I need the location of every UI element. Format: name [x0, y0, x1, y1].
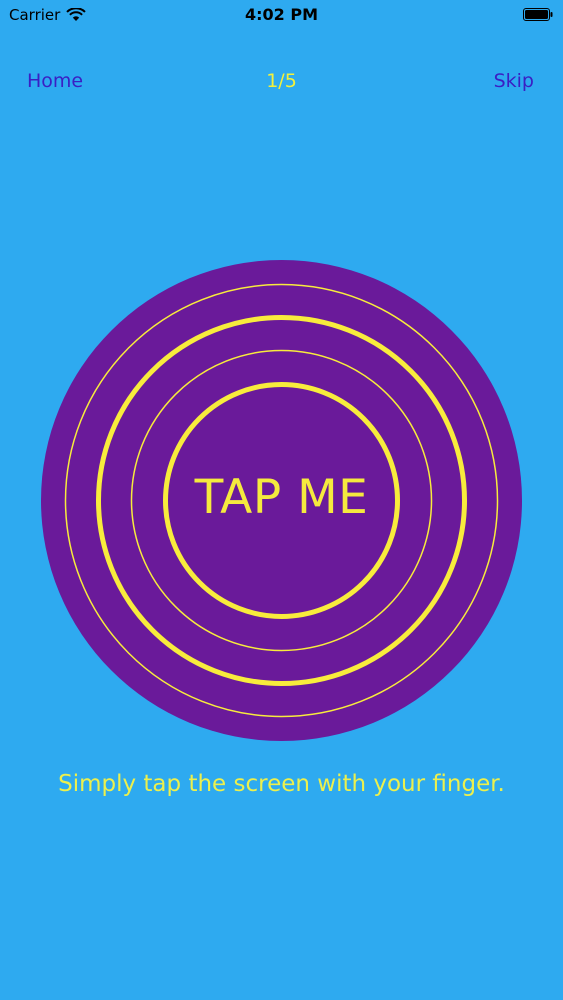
status-bar: Carrier 4:02 PM: [0, 0, 563, 30]
tap-me-label: TAP ME: [194, 470, 369, 525]
tap-target-button[interactable]: TAP ME: [41, 260, 522, 741]
skip-button[interactable]: Skip: [494, 70, 534, 92]
battery-full-icon: [523, 8, 553, 21]
instruction-text: Simply tap the screen with your finger.: [58, 771, 505, 797]
progress-indicator: 1/5: [266, 70, 297, 92]
status-time: 4:02 PM: [244, 5, 318, 24]
navigation-bar: Home 1/5 Skip: [0, 60, 563, 104]
